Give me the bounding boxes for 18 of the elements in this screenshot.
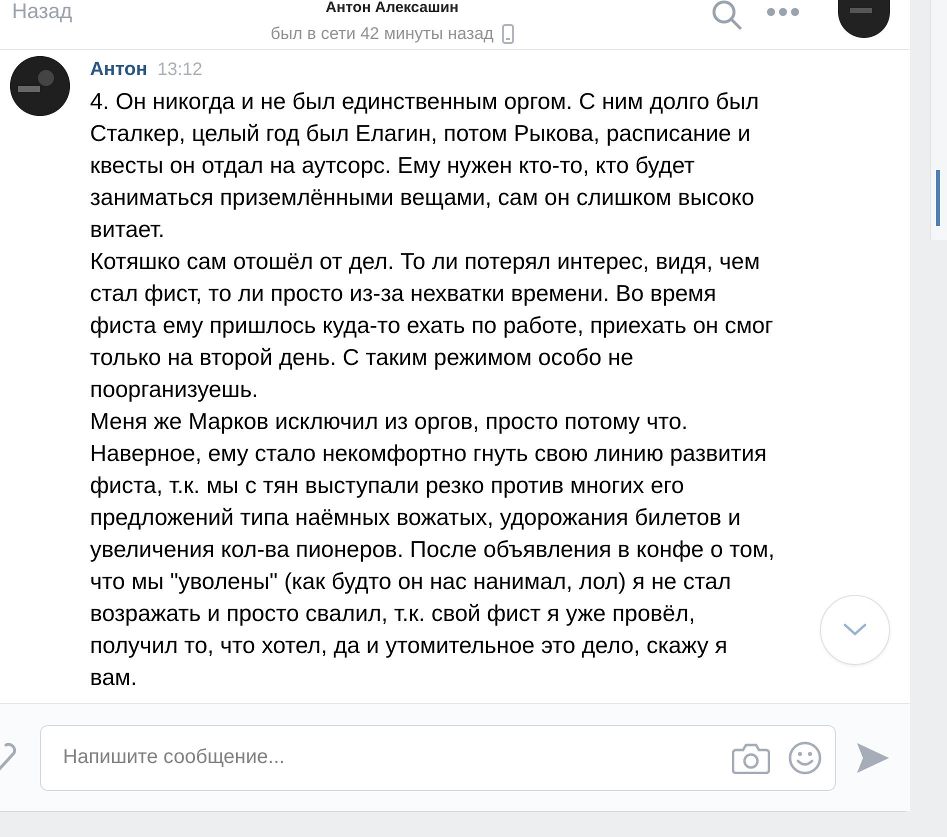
avatar[interactable]: [838, 0, 890, 38]
send-icon[interactable]: [856, 742, 890, 774]
message-text: 4. Он никогда и не был единственным оргом. С ним долго был Сталкер, целый год был Елагин, потом Рыкова, расписание и квесты он отдал на аутсорс. Ему нужен кто-то, кто будет заниматься приземлёнными вещами, сам он слишком высоко витает.: [90, 86, 760, 244]
scrollbar-thumb[interactable]: [936, 170, 940, 226]
avatar[interactable]: [10, 56, 70, 116]
chevron-down-icon: [843, 623, 867, 637]
search-icon[interactable]: [712, 0, 742, 30]
author-link[interactable]: Антон: [90, 59, 148, 80]
last-seen-status: был в сети 42 минуты назад: [270, 24, 494, 44]
message-text: Меня же Марков исключил из оргов, просто потому что. Наверное, ему стало некомфортно гнуть свою линию развития фиста, т.к. мы с тян выступали резко против многих его предложений типа наёмных вожатых, удорожания билетов и увеличения кол-ва пионеров. После объявления в конфе о том, что мы "уволены" (как будто он нас нанимал, лол) я не стал возражать и просто свалил, т.к. свой фист я уже провёл, получил то, что хотел, да и утомительное это дело, скажу я вам.: [90, 406, 776, 692]
more-icon[interactable]: [766, 7, 800, 17]
message-text: Котяшко сам отошёл от дел. То ли потерял интерес, видя, чем стал фист, то ли просто из-за нехватки времени. Во время фиста ему пришлось куда-то ехать по работе, приехать он смог только на второй день. С таким режимом особо не поорганизуешь.: [90, 246, 774, 404]
message-time: 13:12: [157, 59, 202, 79]
camera-icon[interactable]: [732, 742, 770, 774]
emoji-icon[interactable]: [788, 740, 822, 774]
message-input[interactable]: Напишите сообщение...: [40, 724, 836, 790]
contact-name: Антон Алексашин: [326, 0, 459, 16]
phone-icon: [502, 24, 514, 44]
